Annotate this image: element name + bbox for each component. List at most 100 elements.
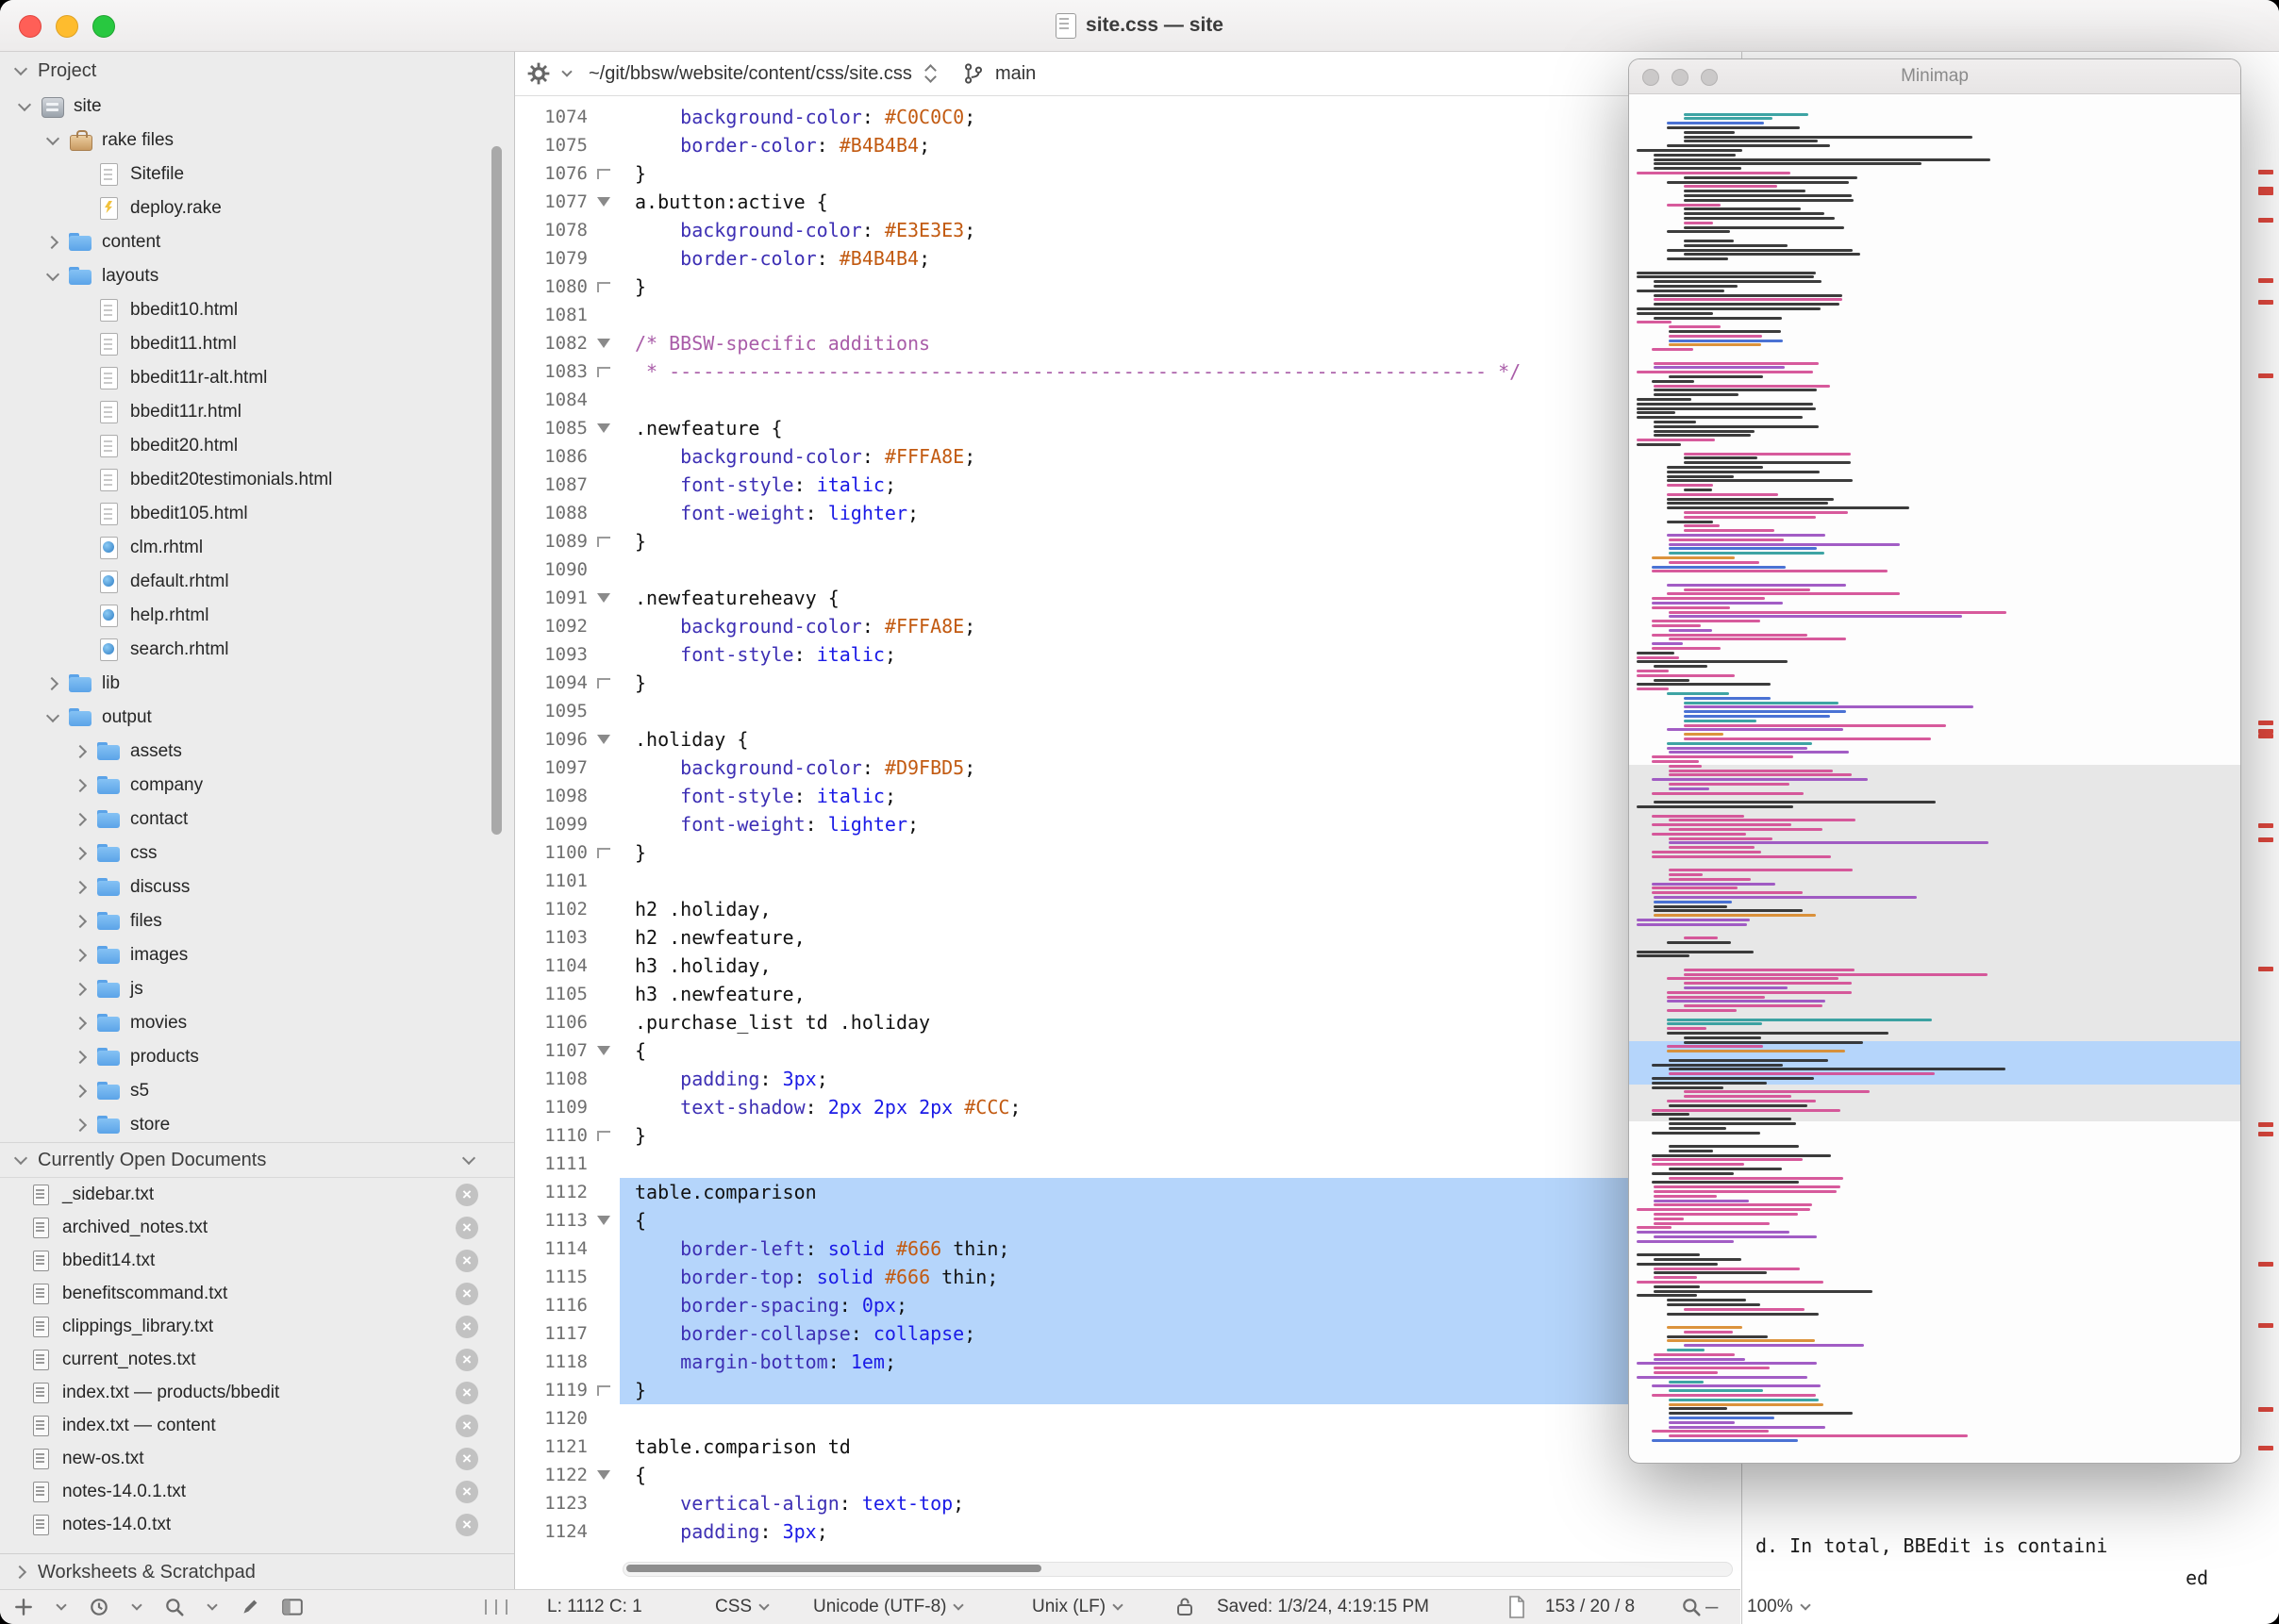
disclosure-triangle-icon[interactable] bbox=[43, 131, 62, 150]
horizontal-scrollbar-thumb[interactable] bbox=[626, 1565, 1041, 1572]
add-menu-chevron-icon[interactable] bbox=[55, 1600, 68, 1614]
open-document-item[interactable]: _sidebar.txt× bbox=[0, 1178, 514, 1211]
git-branch-label[interactable]: main bbox=[995, 63, 1036, 85]
fold-gutter[interactable] bbox=[588, 838, 620, 867]
code-text[interactable]: border-color: #B4B4B4; bbox=[620, 131, 1740, 159]
close-document-icon[interactable]: × bbox=[456, 1514, 478, 1536]
disclosure-triangle-icon[interactable] bbox=[72, 844, 91, 863]
pencil-icon[interactable] bbox=[240, 1597, 260, 1617]
tree-item-deploy-rake[interactable]: deploy.rake bbox=[0, 191, 514, 225]
code-text[interactable]: font-weight: lighter; bbox=[620, 499, 1740, 527]
code-text[interactable]: * --------------------------------------… bbox=[620, 357, 1740, 386]
file-path[interactable]: ~/git/bbsw/website/content/css/site.css bbox=[589, 63, 912, 85]
sidebar-scrollbar[interactable] bbox=[491, 146, 502, 835]
code-text[interactable]: } bbox=[620, 1376, 1740, 1404]
close-document-icon[interactable]: × bbox=[456, 1283, 478, 1305]
code-text[interactable]: background-color: #D9FBD5; bbox=[620, 754, 1740, 782]
code-text[interactable]: h3 .holiday, bbox=[620, 952, 1740, 980]
tree-item-bbedit11r-html[interactable]: bbedit11r.html bbox=[0, 395, 514, 429]
tree-item-search-rhtml[interactable]: search.rhtml bbox=[0, 633, 514, 667]
disclosure-triangle-icon[interactable] bbox=[72, 980, 91, 999]
disclosure-triangle-icon[interactable] bbox=[72, 878, 91, 897]
open-document-item[interactable]: current_notes.txt× bbox=[0, 1343, 514, 1376]
fold-open-triangle-icon[interactable] bbox=[597, 197, 610, 207]
minimap-title-bar[interactable]: Minimap bbox=[1629, 59, 2240, 94]
recent-clock-icon[interactable] bbox=[89, 1597, 109, 1617]
close-document-icon[interactable]: × bbox=[456, 1316, 478, 1338]
disclosure-triangle-icon[interactable] bbox=[72, 742, 91, 761]
fold-open-triangle-icon[interactable] bbox=[597, 593, 610, 603]
disclosure-triangle-icon[interactable] bbox=[15, 97, 34, 116]
minimap-minimize-button[interactable] bbox=[1672, 69, 1688, 86]
open-document-item[interactable]: notes-14.0.1.txt× bbox=[0, 1475, 514, 1508]
code-text[interactable]: } bbox=[620, 273, 1740, 301]
tree-item-bbedit105-html[interactable]: bbedit105.html bbox=[0, 497, 514, 531]
open-document-item[interactable]: index.txt — products/bbedit× bbox=[0, 1376, 514, 1409]
path-popup-chevrons-icon[interactable] bbox=[922, 60, 939, 87]
document-icon[interactable] bbox=[1507, 1590, 1526, 1624]
fold-gutter[interactable] bbox=[588, 188, 620, 216]
worksheets-section-header[interactable]: Worksheets & Scratchpad bbox=[0, 1553, 514, 1590]
tree-item-discuss[interactable]: discuss bbox=[0, 870, 514, 904]
tree-item-default-rhtml[interactable]: default.rhtml bbox=[0, 565, 514, 599]
tree-item-rake-files[interactable]: rake files bbox=[0, 124, 514, 157]
code-text[interactable]: margin-bottom: 1em; bbox=[620, 1348, 1740, 1376]
fold-gutter[interactable] bbox=[588, 725, 620, 754]
gear-icon[interactable] bbox=[526, 61, 551, 86]
tree-item-output[interactable]: output bbox=[0, 701, 514, 735]
search-icon[interactable] bbox=[164, 1597, 185, 1617]
open-document-item[interactable]: archived_notes.txt× bbox=[0, 1211, 514, 1244]
tree-item-s5[interactable]: s5 bbox=[0, 1074, 514, 1108]
project-section-header[interactable]: Project bbox=[0, 52, 514, 90]
fold-gutter[interactable] bbox=[588, 1036, 620, 1065]
disclosure-triangle-icon[interactable] bbox=[43, 708, 62, 727]
code-text[interactable]: h2 .holiday, bbox=[620, 895, 1740, 923]
language-menu[interactable]: CSS bbox=[715, 1590, 771, 1624]
minimap-close-button[interactable] bbox=[1642, 69, 1659, 86]
disclosure-triangle-icon[interactable] bbox=[72, 776, 91, 795]
disclosure-triangle-icon[interactable] bbox=[43, 233, 62, 252]
code-text[interactable]: font-style: italic; bbox=[620, 782, 1740, 810]
line-ending-menu[interactable]: Unix (LF) bbox=[1032, 1590, 1124, 1624]
clock-menu-chevron-icon[interactable] bbox=[130, 1600, 143, 1614]
fold-open-triangle-icon[interactable] bbox=[597, 1216, 610, 1225]
code-text[interactable]: } bbox=[620, 159, 1740, 188]
tree-item-contact[interactable]: contact bbox=[0, 803, 514, 837]
code-text[interactable]: .purchase_list td .holiday bbox=[620, 1008, 1740, 1036]
code-text[interactable]: font-style: italic; bbox=[620, 471, 1740, 499]
fold-gutter[interactable] bbox=[588, 527, 620, 555]
tree-item-bbedit10-html[interactable]: bbedit10.html bbox=[0, 293, 514, 327]
fold-gutter[interactable] bbox=[588, 1121, 620, 1150]
close-document-icon[interactable]: × bbox=[456, 1250, 478, 1272]
fold-open-triangle-icon[interactable] bbox=[597, 1470, 610, 1480]
fold-open-triangle-icon[interactable] bbox=[597, 339, 610, 348]
code-text[interactable]: table.comparison td bbox=[620, 1433, 1740, 1461]
fold-open-triangle-icon[interactable] bbox=[597, 735, 610, 744]
code-text[interactable]: border-left: solid #666 thin; bbox=[620, 1235, 1740, 1263]
code-text[interactable] bbox=[620, 301, 1740, 329]
close-document-icon[interactable]: × bbox=[456, 1184, 478, 1206]
search-menu-chevron-icon[interactable] bbox=[206, 1600, 219, 1614]
code-text[interactable]: background-color: #FFFA8E; bbox=[620, 612, 1740, 640]
code-text[interactable]: { bbox=[620, 1461, 1740, 1489]
code-text[interactable]: table.comparison bbox=[620, 1178, 1740, 1206]
code-text[interactable]: } bbox=[620, 838, 1740, 867]
code-text[interactable]: .newfeature { bbox=[620, 414, 1740, 442]
code-text[interactable]: a.button:active { bbox=[620, 188, 1740, 216]
zoom-out-control[interactable]: – bbox=[1681, 1590, 1718, 1624]
open-document-item[interactable]: new-os.txt× bbox=[0, 1442, 514, 1475]
close-document-icon[interactable]: × bbox=[456, 1481, 478, 1503]
gear-menu-chevron-icon[interactable] bbox=[560, 67, 574, 80]
disclosure-triangle-icon[interactable] bbox=[72, 1048, 91, 1067]
tree-item-assets[interactable]: assets bbox=[0, 735, 514, 769]
tree-item-content[interactable]: content bbox=[0, 225, 514, 259]
close-document-icon[interactable]: × bbox=[456, 1382, 478, 1404]
disclosure-triangle-icon[interactable] bbox=[72, 946, 91, 965]
code-text[interactable]: background-color: #FFFA8E; bbox=[620, 442, 1740, 471]
fold-gutter[interactable] bbox=[588, 584, 620, 612]
code-text[interactable]: h3 .newfeature, bbox=[620, 980, 1740, 1008]
open-documents-section-header[interactable]: Currently Open Documents bbox=[0, 1142, 514, 1178]
code-text[interactable]: font-style: italic; bbox=[620, 640, 1740, 669]
code-text[interactable] bbox=[620, 555, 1740, 584]
code-text[interactable]: vertical-align: text-top; bbox=[620, 1489, 1740, 1517]
